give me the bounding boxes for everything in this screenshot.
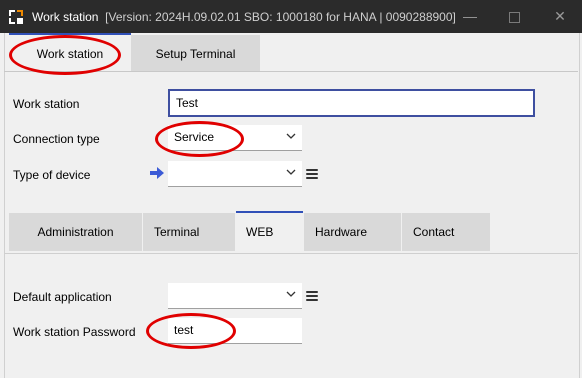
sub-tab-divider: [4, 253, 578, 254]
device-type-label: Type of device: [13, 168, 91, 182]
arrow-right-icon[interactable]: [150, 167, 164, 179]
maximize-button[interactable]: [492, 0, 536, 33]
tab-setup-terminal-label: Setup Terminal: [155, 47, 236, 61]
tab-terminal[interactable]: Terminal: [143, 213, 235, 251]
window-title-name: Work station: [32, 10, 99, 24]
tab-administration-label: Administration: [37, 225, 114, 239]
work-station-input[interactable]: Test: [168, 89, 535, 117]
connection-type-label: Connection type: [13, 132, 100, 146]
work-station-value: Test: [176, 96, 199, 110]
tab-administration[interactable]: Administration: [9, 213, 142, 251]
close-button[interactable]: ✕: [538, 0, 582, 33]
default-application-select[interactable]: [168, 283, 302, 309]
annotation-oval-tab: [9, 35, 121, 75]
tab-contact[interactable]: Contact: [402, 213, 490, 251]
tab-contact-label: Contact: [413, 225, 455, 239]
window-version-info: [Version: 2024H.09.02.01 SBO: 1000180 fo…: [105, 10, 456, 24]
list-icon[interactable]: [306, 291, 318, 301]
default-application-label: Default application: [13, 290, 112, 304]
tab-hardware-label: Hardware: [315, 225, 368, 239]
annotation-oval-password: [146, 313, 236, 349]
chevron-down-icon: [286, 169, 296, 175]
maximize-icon: [508, 12, 520, 23]
annotation-oval-connection: [155, 121, 244, 157]
title-bar: Work station [Version: 2024H.09.02.01 SB…: [0, 0, 582, 33]
minimize-button[interactable]: —: [448, 0, 492, 33]
tab-web[interactable]: WEB: [236, 211, 303, 253]
work-station-label: Work station: [13, 97, 80, 111]
tab-terminal-label: Terminal: [154, 225, 200, 239]
chevron-down-icon: [286, 291, 296, 297]
tab-setup-terminal[interactable]: Setup Terminal: [131, 35, 260, 71]
list-icon[interactable]: [306, 169, 318, 179]
chevron-down-icon: [286, 133, 296, 139]
app-logo-icon: [8, 9, 24, 25]
window-title: Work station [Version: 2024H.09.02.01 SB…: [32, 10, 456, 24]
close-icon: ✕: [554, 8, 566, 24]
tab-web-label: WEB: [246, 225, 274, 239]
tab-hardware[interactable]: Hardware: [304, 213, 401, 251]
device-type-select[interactable]: [168, 161, 302, 187]
minimize-icon: —: [463, 8, 477, 24]
password-label: Work station Password: [13, 325, 136, 339]
